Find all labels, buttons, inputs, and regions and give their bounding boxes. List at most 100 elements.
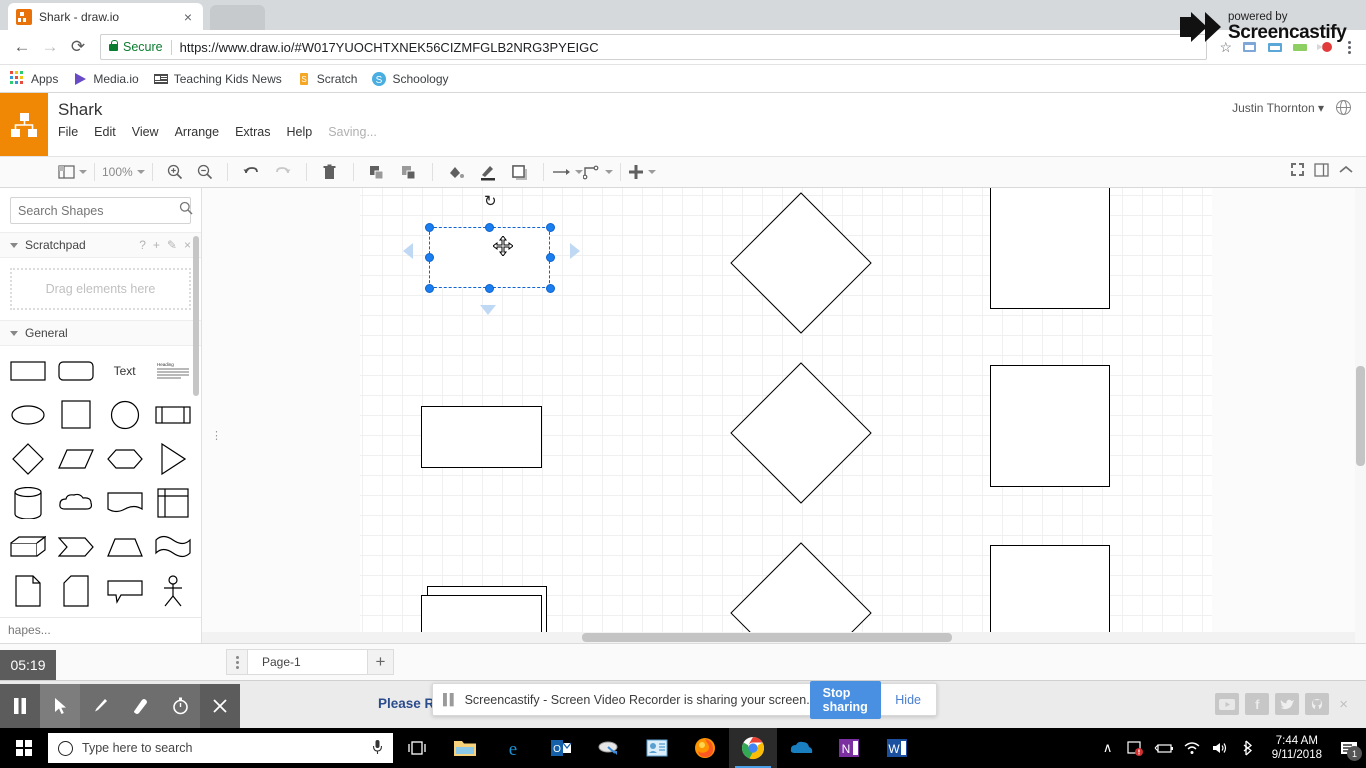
scratchpad-dropzone[interactable]: Drag elements here — [10, 268, 191, 310]
canvas-shape-rectangle-2[interactable] — [421, 406, 542, 468]
waypoints-dropdown-button[interactable] — [582, 159, 613, 185]
microphone-icon[interactable] — [372, 739, 383, 758]
canvas-hscrollbar-track[interactable] — [202, 632, 1366, 643]
stop-sharing-button[interactable]: Stop sharing — [809, 680, 882, 719]
taskbar-app-word[interactable]: W — [873, 728, 921, 768]
resize-handle-sw[interactable] — [425, 284, 434, 293]
volume-icon[interactable] — [1206, 728, 1234, 768]
undo-icon[interactable] — [235, 159, 267, 185]
canvas-shape-square-1[interactable] — [990, 188, 1110, 309]
to-back-icon[interactable] — [393, 159, 425, 185]
user-menu[interactable]: Justin Thornton ▾ — [1232, 101, 1324, 115]
shape-rectangle[interactable] — [4, 352, 52, 390]
shape-step[interactable] — [52, 528, 100, 566]
shape-rounded-rectangle[interactable] — [52, 352, 100, 390]
taskbar-app-google-chrome[interactable] — [729, 728, 777, 768]
shape-process[interactable] — [149, 396, 197, 434]
direction-arrow-left[interactable] — [402, 242, 414, 265]
view-dropdown-button[interactable] — [58, 159, 87, 185]
taskbar-app-file-explorer[interactable] — [441, 728, 489, 768]
zoom-in-icon[interactable] — [160, 159, 190, 185]
resize-handle-w[interactable] — [425, 253, 434, 262]
general-section-header[interactable]: General — [0, 320, 201, 346]
language-globe-icon[interactable] — [1335, 99, 1352, 116]
menu-arrange[interactable]: Arrange — [175, 125, 219, 139]
shape-circle[interactable] — [101, 396, 149, 434]
action-center-button[interactable]: 1 — [1332, 728, 1366, 768]
close-icon[interactable]: × — [181, 10, 195, 24]
twitter-icon[interactable] — [1275, 693, 1300, 715]
reload-icon[interactable]: ⟳ — [64, 33, 92, 61]
battery-icon[interactable] — [1150, 728, 1178, 768]
taskbar-search-box[interactable]: Type here to search — [48, 733, 393, 763]
shape-triangle[interactable] — [149, 440, 197, 478]
shape-diamond[interactable] — [4, 440, 52, 478]
shape-document[interactable] — [101, 484, 149, 522]
direction-arrow-right[interactable] — [569, 242, 581, 265]
cursor-tool-button[interactable] — [40, 684, 80, 728]
search-shapes-box[interactable] — [10, 197, 193, 224]
scratchpad-section-header[interactable]: Scratchpad ? + ✎ × — [0, 232, 201, 258]
close-icon[interactable]: × — [184, 238, 191, 252]
diagram-canvas[interactable]: ↻ — [202, 188, 1366, 643]
pause-icon[interactable]: ▌▌ — [443, 694, 458, 706]
shadow-icon[interactable] — [504, 159, 536, 185]
shape-cube[interactable] — [4, 528, 52, 566]
menu-file[interactable]: File — [58, 125, 78, 139]
canvas-shape-square-2[interactable] — [990, 365, 1110, 487]
bookmark-apps[interactable]: Apps — [10, 70, 58, 87]
resize-handle-ne[interactable] — [546, 223, 555, 232]
insert-dropdown-button[interactable] — [628, 159, 656, 185]
page-tab[interactable]: Page-1 — [248, 649, 368, 675]
shape-ellipse[interactable] — [4, 396, 52, 434]
taskbar-app-outlook[interactable]: O — [537, 728, 585, 768]
forward-icon[interactable]: → — [36, 33, 64, 61]
eraser-tool-button[interactable] — [120, 684, 160, 728]
canvas-vscrollbar-track[interactable] — [1355, 188, 1366, 643]
screencastify-extension-icon[interactable] — [1314, 36, 1336, 58]
start-button[interactable] — [0, 728, 48, 768]
bookmark-star-icon[interactable]: ☆ — [1215, 39, 1236, 56]
bookmark-schoology[interactable]: S Schoology — [371, 71, 449, 87]
shape-internal-storage[interactable] — [149, 484, 197, 522]
facebook-icon[interactable]: f — [1245, 693, 1270, 715]
shape-note[interactable] — [4, 572, 52, 610]
page-menu-icon[interactable] — [226, 649, 248, 675]
shape-cloud[interactable] — [52, 484, 100, 522]
pause-recording-button[interactable] — [0, 684, 40, 728]
shape-square[interactable] — [52, 396, 100, 434]
resize-handle-s[interactable] — [485, 284, 494, 293]
menu-help[interactable]: Help — [287, 125, 313, 139]
shape-trapezoid[interactable] — [101, 528, 149, 566]
taskbar-app-microsoft-edge[interactable]: e — [489, 728, 537, 768]
shape-actor[interactable] — [149, 572, 197, 610]
canvas-hscrollbar-thumb[interactable] — [582, 633, 952, 642]
canvas-shape-square-3[interactable] — [990, 545, 1110, 643]
to-front-icon[interactable] — [361, 159, 393, 185]
task-view-button[interactable] — [393, 728, 441, 768]
menu-view[interactable]: View — [132, 125, 159, 139]
close-icon[interactable]: × — [1339, 696, 1348, 713]
help-icon[interactable]: ? — [139, 238, 146, 252]
resize-handle-n[interactable] — [485, 223, 494, 232]
delete-icon[interactable] — [314, 159, 346, 185]
line-color-icon[interactable] — [472, 159, 504, 185]
redo-icon[interactable] — [267, 159, 299, 185]
collapse-icon[interactable] — [1338, 163, 1354, 182]
search-icon[interactable] — [179, 201, 193, 220]
shape-textbox[interactable]: Heading — [149, 352, 197, 390]
resize-handle-e[interactable] — [546, 253, 555, 262]
bookmark-teaching-kids-news[interactable]: Teaching Kids News — [153, 71, 282, 87]
extension-icon-3[interactable] — [1289, 36, 1311, 58]
taskbar-clock[interactable]: 7:44 AM 9/11/2018 — [1262, 734, 1332, 762]
fill-color-icon[interactable] — [440, 159, 472, 185]
fullscreen-icon[interactable] — [1290, 162, 1305, 182]
format-panel-icon[interactable] — [1314, 162, 1329, 182]
shape-parallelogram[interactable] — [52, 440, 100, 478]
extension-icon-2[interactable] — [1264, 36, 1286, 58]
hide-button[interactable]: Hide — [887, 693, 929, 707]
bookmark-media-io[interactable]: Media.io — [72, 71, 139, 87]
resize-handle-se[interactable] — [546, 284, 555, 293]
timer-tool-button[interactable] — [160, 684, 200, 728]
rotate-handle[interactable]: ↻ — [484, 194, 500, 210]
